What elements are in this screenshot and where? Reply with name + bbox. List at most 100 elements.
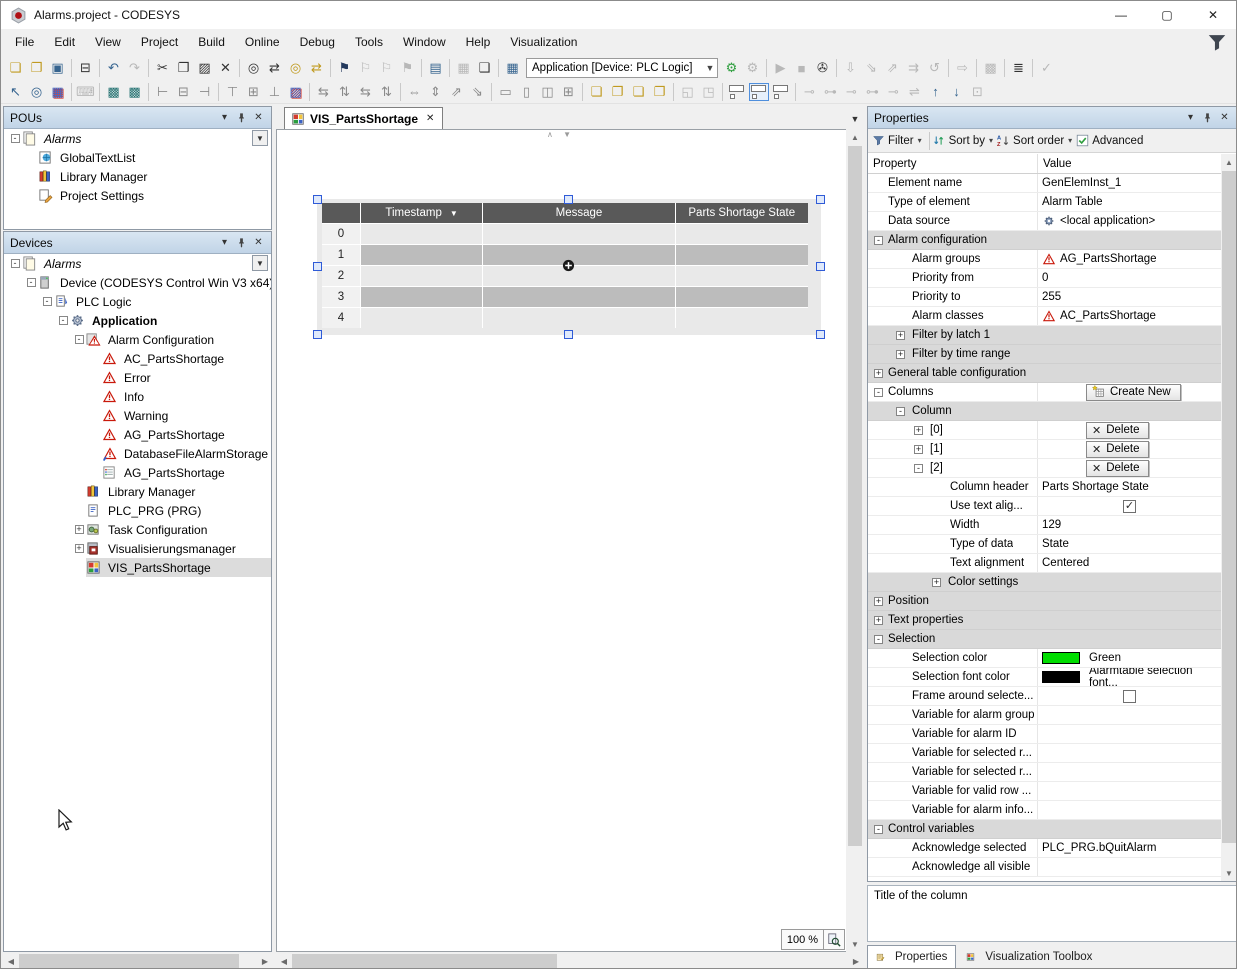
properties-close-icon[interactable]: ✕ <box>1216 110 1233 126</box>
menu-item-window[interactable]: Window <box>393 31 456 53</box>
new-file-icon[interactable]: ❏ <box>5 58 26 79</box>
stop-icon[interactable]: ■ <box>791 58 812 79</box>
menu-item-visualization[interactable]: Visualization <box>500 31 587 53</box>
expander-minus-icon[interactable]: - <box>914 464 923 473</box>
property-value[interactable]: Green <box>1037 649 1221 667</box>
open-file-icon[interactable]: ❐ <box>26 58 47 79</box>
expander-plus-icon[interactable]: + <box>914 426 923 435</box>
splitter-handle[interactable]: ∧ ▼ <box>547 130 575 139</box>
selection-handle[interactable] <box>816 330 825 339</box>
property-section-text-properties[interactable]: +Text properties <box>868 611 1221 630</box>
device-item-application[interactable]: -Application <box>4 311 271 330</box>
property-value[interactable]: 129 <box>1037 516 1221 534</box>
minimize-button[interactable]: — <box>1098 1 1144 29</box>
device-item-ag-partsshortage[interactable]: AG_PartsShortage <box>4 463 271 482</box>
virtual-keyboard-icon[interactable]: ⌨ <box>75 81 96 102</box>
filter-button[interactable]: Filter▾ <box>872 134 922 147</box>
align-middle-icon[interactable]: ⊞ <box>243 81 264 102</box>
properties-menu-icon[interactable]: ▾ <box>1182 110 1199 126</box>
editor-vertical-scrollbar[interactable]: ▲ ▼ <box>847 129 863 952</box>
property-row-acknowledge-all-visible[interactable]: Acknowledge all visible <box>868 858 1221 877</box>
hotkey-editor-icon[interactable]: ▩ <box>124 81 145 102</box>
replace-icon[interactable]: ⇄ <box>264 58 285 79</box>
anchor-center-icon[interactable]: ⊸ <box>883 81 904 102</box>
expander-minus-icon[interactable]: - <box>24 278 38 287</box>
move-up-icon[interactable]: ↑ <box>925 81 946 102</box>
scroll-right-icon[interactable]: ▶ <box>257 953 273 969</box>
property-row--0-[interactable]: +[0]✕Delete <box>868 421 1221 440</box>
property-value[interactable] <box>1037 763 1221 781</box>
properties-dialog-icon[interactable]: ▤ <box>425 58 446 79</box>
checkbox-checked[interactable]: ✓ <box>1123 500 1136 513</box>
device-item-info[interactable]: Info <box>4 387 271 406</box>
property-row-use-text-alig-[interactable]: Use text alig...✓ <box>868 497 1221 516</box>
layout-frame-icon[interactable]: ▭ <box>495 81 516 102</box>
expander-plus-icon[interactable]: + <box>896 350 905 359</box>
delete-icon[interactable]: ✕ <box>215 58 236 79</box>
property-value[interactable] <box>1037 744 1221 762</box>
tab-vis-partsshortage[interactable]: VIS_PartsShortage ✕ <box>284 107 443 129</box>
device-item-error[interactable]: Error <box>4 368 271 387</box>
property-row-variable-for-alarm-group[interactable]: Variable for alarm group <box>868 706 1221 725</box>
column-header-message[interactable]: Message <box>483 203 674 223</box>
save-icon[interactable]: ▣ <box>47 58 68 79</box>
expander-minus-icon[interactable]: - <box>874 825 883 834</box>
next-bookmark-icon[interactable]: ⚐ <box>376 58 397 79</box>
cut-icon[interactable]: ✂ <box>152 58 173 79</box>
align-right-icon[interactable]: ⊣ <box>194 81 215 102</box>
align-bottom-icon[interactable]: ⊥ <box>264 81 285 102</box>
move-crosshair-icon[interactable] <box>562 259 575 272</box>
pou-item-alarms[interactable]: -Alarms▼ <box>4 129 271 148</box>
expander-minus-icon[interactable]: - <box>874 635 883 644</box>
device-item-databasefilealarmstorage[interactable]: DatabaseFileAlarmStorage <box>4 444 271 463</box>
property-row-width[interactable]: Width129 <box>868 516 1221 535</box>
property-value[interactable]: ✕Delete <box>1037 459 1221 477</box>
devices-pin-icon[interactable] <box>233 235 250 251</box>
expander-minus-icon[interactable]: - <box>40 297 54 306</box>
size-to-grid-icon[interactable]: ⇘ <box>467 81 488 102</box>
property-value[interactable]: AC_PartsShortage <box>1037 307 1221 325</box>
device-item-plc-prg-prg-[interactable]: PLC_PRG (PRG) <box>4 501 271 520</box>
property-section-column[interactable]: -Column <box>868 402 1221 421</box>
color-swatch[interactable] <box>1042 671 1080 683</box>
property-value[interactable]: Alarmtable selection font... <box>1037 668 1221 686</box>
create-new-button[interactable]: Create New <box>1086 384 1181 401</box>
watch-grid-icon[interactable]: ▦ <box>502 58 523 79</box>
selection-handle[interactable] <box>564 330 573 339</box>
sort-by-button[interactable]: Sort by▾ <box>933 134 993 147</box>
maximize-button[interactable]: ▢ <box>1144 1 1190 29</box>
expander-plus-icon[interactable]: + <box>932 578 941 587</box>
frame-mode-fixed-icon[interactable] <box>750 84 768 100</box>
tab-properties[interactable]: Properties <box>867 945 956 968</box>
delete-button[interactable]: ✕Delete <box>1086 460 1149 477</box>
menu-item-debug[interactable]: Debug <box>290 31 345 53</box>
tree-dropdown-icon[interactable]: ▼ <box>252 130 268 146</box>
step-over-icon[interactable]: ⇩ <box>840 58 861 79</box>
menu-item-project[interactable]: Project <box>131 31 188 53</box>
step-out-icon[interactable]: ⇗ <box>882 58 903 79</box>
clear-bookmarks-icon[interactable]: ⚑ <box>397 58 418 79</box>
application-selector[interactable]: Application [Device: PLC Logic]▼ <box>526 58 718 78</box>
devices-menu-icon[interactable]: ▾ <box>216 235 233 251</box>
zoom-level[interactable]: 100 % <box>782 930 824 949</box>
recheck-icon[interactable]: ✓ <box>1036 58 1057 79</box>
property-row-element-name[interactable]: Element nameGenElemInst_1 <box>868 174 1221 193</box>
expander-plus-icon[interactable]: + <box>874 597 883 606</box>
property-value[interactable]: AG_PartsShortage <box>1037 250 1221 268</box>
tree-dropdown-icon[interactable]: ▼ <box>252 255 268 271</box>
property-value[interactable]: Alarm Table <box>1037 193 1221 211</box>
properties-pin-icon[interactable] <box>1199 110 1216 126</box>
print-icon[interactable]: ⊟ <box>75 58 96 79</box>
background-icon[interactable]: ▨ <box>285 81 306 102</box>
expander-minus-icon[interactable]: - <box>874 388 883 397</box>
delete-button[interactable]: ✕Delete <box>1086 441 1149 458</box>
expander-plus-icon[interactable]: + <box>874 369 883 378</box>
selection-handle[interactable] <box>816 195 825 204</box>
group-icon[interactable]: ◱ <box>677 81 698 102</box>
logout-icon[interactable]: ⚙ <box>742 58 763 79</box>
property-row-type-of-element[interactable]: Type of elementAlarm Table <box>868 193 1221 212</box>
send-to-back-icon[interactable]: ❐ <box>649 81 670 102</box>
insert-element-icon[interactable]: ▦ <box>453 58 474 79</box>
menu-item-build[interactable]: Build <box>188 31 235 53</box>
multiple-download-icon[interactable]: ✇ <box>812 58 833 79</box>
